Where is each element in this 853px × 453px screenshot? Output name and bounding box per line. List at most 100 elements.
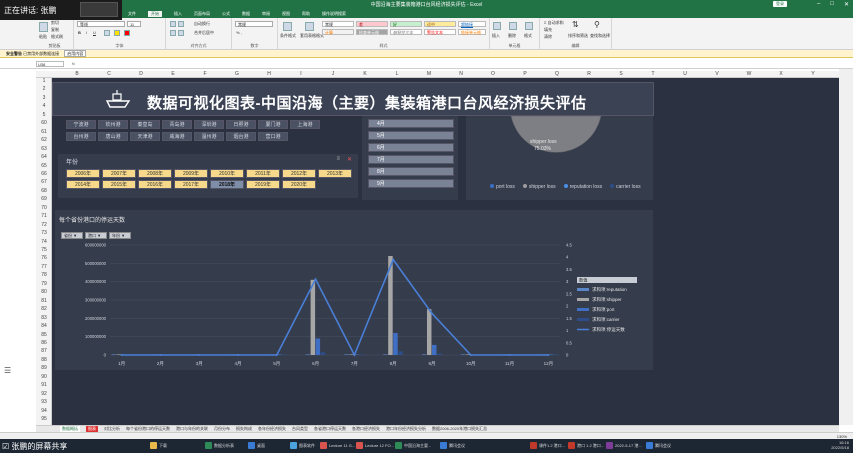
italic-icon[interactable]: I: [86, 30, 87, 35]
row-header-cell[interactable]: 2: [36, 86, 52, 92]
port-slicer-item[interactable]: 唐山港: [98, 132, 128, 141]
row-header-cell[interactable]: 61: [36, 129, 52, 135]
style-calculation[interactable]: 计算: [322, 29, 354, 35]
enable-content-button[interactable]: 启用内容: [64, 50, 87, 57]
taskbar-item[interactable]: 腾讯会议: [440, 441, 465, 450]
column-header-cell[interactable]: U: [670, 71, 700, 77]
wrap-text-button[interactable]: 自动换行: [194, 21, 210, 27]
sort-filter-icon[interactable]: ⇅: [572, 20, 579, 29]
align-middle-icon[interactable]: [178, 21, 184, 27]
row-header-cell[interactable]: 87: [36, 348, 52, 354]
port-slicer-item[interactable]: 营口港: [258, 132, 288, 141]
style-bad[interactable]: 差: [356, 21, 388, 27]
column-header-cell[interactable]: S: [606, 71, 636, 77]
style-linked-cell[interactable]: 链接单元格: [458, 29, 486, 35]
column-header-cell[interactable]: K: [350, 71, 380, 77]
row-header-cell[interactable]: 85: [36, 332, 52, 338]
column-header-cell[interactable]: H: [254, 71, 284, 77]
row-header-cell[interactable]: 1: [36, 78, 52, 84]
column-header-cell[interactable]: C: [94, 71, 124, 77]
column-header-cell[interactable]: L: [382, 71, 412, 77]
taskbar-item[interactable]: 下载: [150, 441, 167, 450]
row-header-cell[interactable]: 89: [36, 365, 52, 371]
port-slicer-item[interactable]: 温州港: [194, 132, 224, 141]
taskbar-item[interactable]: 桌面: [248, 441, 265, 450]
taskbar-item[interactable]: Lecture 12 FO...: [356, 441, 394, 450]
row-header-cell[interactable]: 65: [36, 163, 52, 169]
row-header-cell[interactable]: 88: [36, 357, 52, 363]
taskbar-item[interactable]: 2022-5-17 港...: [606, 441, 642, 450]
delete-icon[interactable]: [509, 22, 517, 30]
tab-insert[interactable]: 插入: [174, 11, 182, 17]
column-header-cell[interactable]: E: [158, 71, 188, 77]
column-header-cell[interactable]: Q: [542, 71, 572, 77]
style-check-cell[interactable]: 检查单元格: [356, 29, 388, 35]
taskbar-item[interactable]: Lecture 11 G...: [320, 441, 355, 450]
autosum-button[interactable]: Σ 自动求和: [544, 20, 564, 26]
row-header-cell[interactable]: 67: [36, 179, 52, 185]
tab-help[interactable]: 帮助: [302, 11, 310, 17]
conditional-format-icon[interactable]: [283, 22, 292, 31]
row-header-cell[interactable]: 83: [36, 315, 52, 321]
row-header-cell[interactable]: 72: [36, 222, 52, 228]
row-header-cell[interactable]: 78: [36, 272, 52, 278]
row-header-cell[interactable]: 71: [36, 213, 52, 219]
row-header-cell[interactable]: 74: [36, 239, 52, 245]
row-header-cell[interactable]: 68: [36, 188, 52, 194]
clear-filter-icon[interactable]: ✕: [347, 156, 352, 163]
row-header-cell[interactable]: 60: [36, 120, 52, 126]
menu-icon[interactable]: ☰: [4, 366, 11, 375]
cut-button[interactable]: 剪切: [51, 20, 59, 26]
row-header-cell[interactable]: 90: [36, 374, 52, 380]
merge-center-button[interactable]: 合并后居中: [194, 30, 214, 36]
taskbar-item[interactable]: 腾讯会议: [646, 441, 671, 450]
column-header-cell[interactable]: N: [446, 71, 476, 77]
row-header-cell[interactable]: 76: [36, 255, 52, 261]
port-slicer-item[interactable]: 日照港: [226, 120, 256, 129]
port-slicer-item[interactable]: 天津港: [130, 132, 160, 141]
format-button[interactable]: 格式: [524, 33, 532, 39]
port-slicer-item[interactable]: 钦州港: [98, 120, 128, 129]
format-as-table-icon[interactable]: [305, 22, 314, 31]
find-icon[interactable]: ⚲: [594, 20, 600, 29]
column-header-cell[interactable]: D: [126, 71, 156, 77]
multi-select-icon[interactable]: ≡: [336, 156, 340, 162]
insert-icon[interactable]: [493, 22, 501, 30]
column-header-cell[interactable]: Y: [798, 71, 828, 77]
month-slicer-item[interactable]: 4月: [368, 119, 454, 128]
port-slicer-item[interactable]: 青岛港: [162, 120, 192, 129]
row-header-cell[interactable]: 70: [36, 205, 52, 211]
port-slicer-item[interactable]: 厦门港: [258, 120, 288, 129]
column-header-cell[interactable]: I: [286, 71, 316, 77]
row-header-cell[interactable]: 80: [36, 289, 52, 295]
video-thumbnail[interactable]: [80, 2, 118, 17]
row-header-cell[interactable]: 3: [36, 95, 52, 101]
vertical-scrollbar[interactable]: [839, 69, 853, 425]
row-header-cell[interactable]: 93: [36, 399, 52, 405]
year-slicer-item[interactable]: 2016年: [138, 180, 172, 189]
month-slicer-item[interactable]: 9月: [368, 179, 454, 188]
tab-data[interactable]: 数据: [242, 11, 250, 17]
month-slicer-item[interactable]: 6月: [368, 143, 454, 152]
port-slicer-item[interactable]: 台州港: [66, 132, 96, 141]
year-slicer-item[interactable]: 2019年: [246, 180, 280, 189]
column-header-cell[interactable]: J: [318, 71, 348, 77]
port-slicer-item[interactable]: 上海港: [290, 120, 320, 129]
paste-icon[interactable]: [39, 22, 48, 32]
row-header-cell[interactable]: 79: [36, 281, 52, 287]
column-header-cell[interactable]: X: [766, 71, 796, 77]
taskbar-item[interactable]: 课件1.2 港口...: [530, 441, 565, 450]
year-slicer-item[interactable]: 2014年: [66, 180, 100, 189]
column-header-cell[interactable]: G: [222, 71, 252, 77]
clock[interactable]: 16:16 2022/5/18: [831, 440, 849, 450]
year-slicer-item[interactable]: 2009年: [174, 169, 208, 178]
column-header-cell[interactable]: R: [574, 71, 604, 77]
column-header-cell[interactable]: F: [190, 71, 220, 77]
row-header-cell[interactable]: 86: [36, 340, 52, 346]
style-hyperlink[interactable]: 超链接: [458, 21, 486, 27]
percent-icon[interactable]: % ,: [236, 30, 242, 35]
year-slicer-item[interactable]: 2018年: [210, 180, 244, 189]
year-slicer-item[interactable]: 2007年: [102, 169, 136, 178]
column-header-cell[interactable]: P: [510, 71, 540, 77]
row-header-cell[interactable]: 77: [36, 264, 52, 270]
